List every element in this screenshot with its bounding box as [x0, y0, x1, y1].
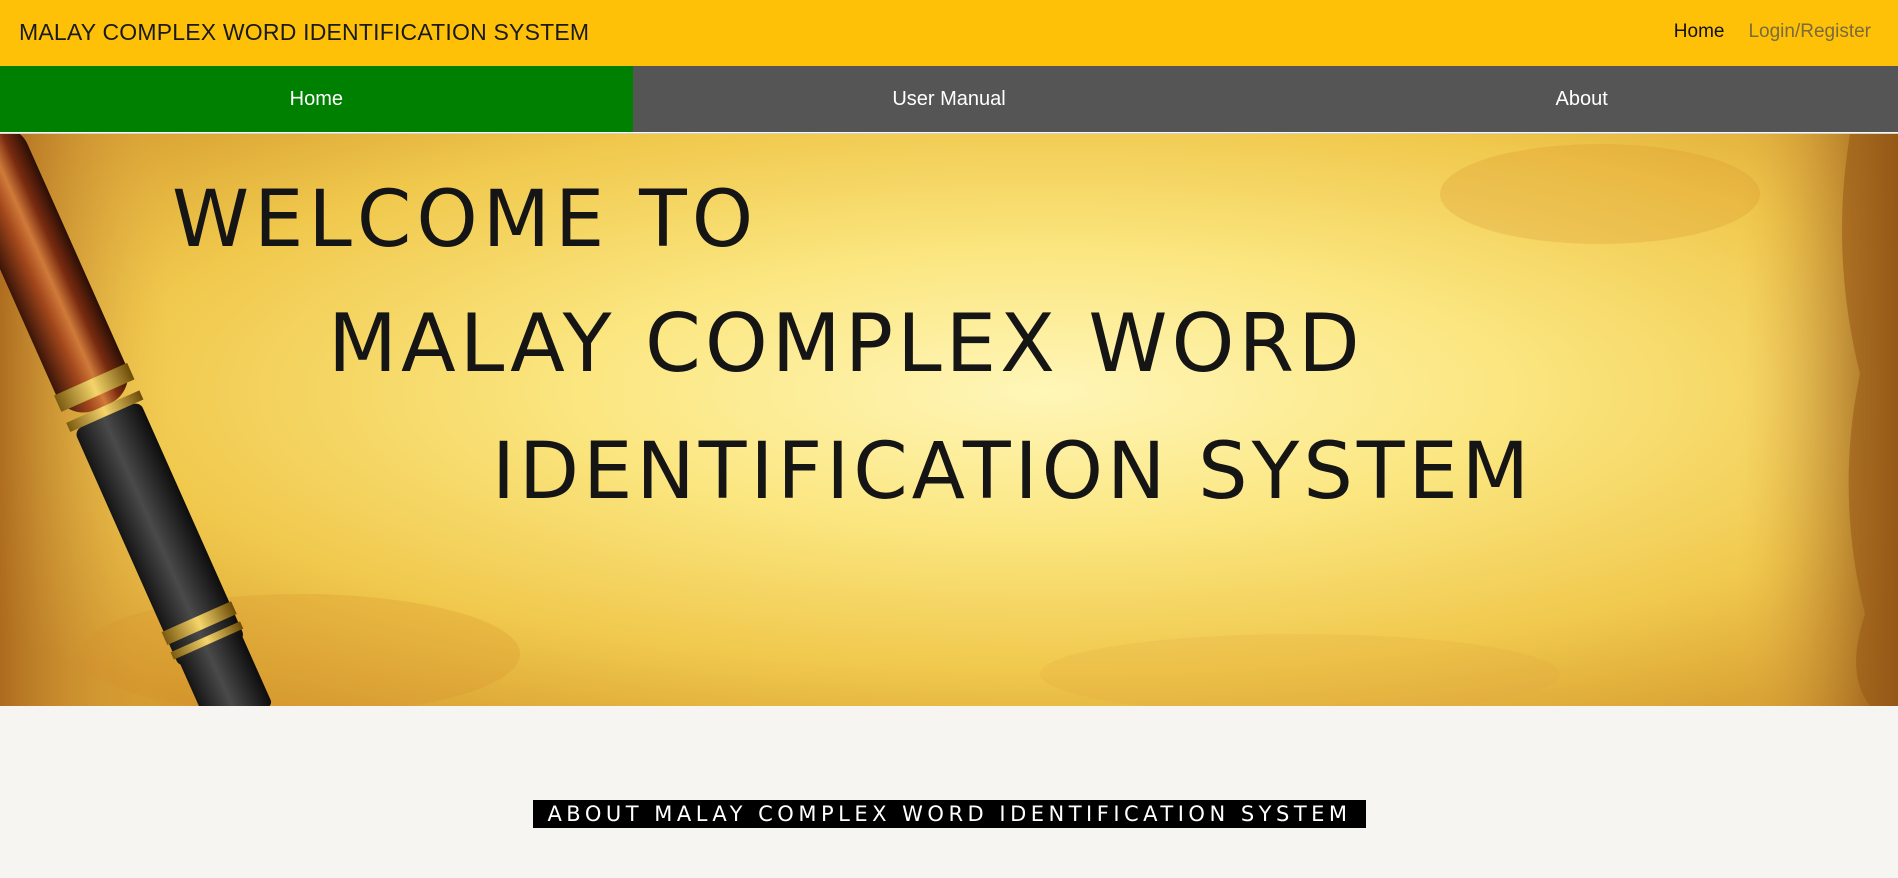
- site-brand[interactable]: MALAY COMPLEX WORD IDENTIFICATION SYSTEM: [19, 19, 589, 46]
- hero-title-line-1: MALAY COMPLEX WORD: [328, 297, 1364, 390]
- top-link-home[interactable]: Home: [1674, 21, 1725, 43]
- tab-about[interactable]: About: [1265, 66, 1898, 132]
- tab-user-manual-label: User Manual: [892, 87, 1006, 110]
- top-header: MALAY COMPLEX WORD IDENTIFICATION SYSTEM…: [0, 0, 1898, 66]
- hero-welcome-line: WELCOME TO: [172, 175, 758, 265]
- tab-about-label: About: [1555, 87, 1608, 110]
- about-heading: ABOUT MALAY COMPLEX WORD IDENTIFICATION …: [533, 800, 1366, 828]
- hero-parchment-illustration: WELCOME TO MALAY COMPLEX WORD IDENTIFICA…: [0, 134, 1898, 706]
- top-link-login-register[interactable]: Login/Register: [1748, 21, 1871, 43]
- tab-home[interactable]: Home: [0, 66, 633, 132]
- tab-home-label: Home: [289, 87, 344, 110]
- tab-user-manual[interactable]: User Manual: [633, 66, 1266, 132]
- about-section: ABOUT MALAY COMPLEX WORD IDENTIFICATION …: [0, 707, 1898, 878]
- hero-banner: WELCOME TO MALAY COMPLEX WORD IDENTIFICA…: [0, 133, 1898, 707]
- main-tab-bar: Home User Manual About: [0, 66, 1898, 132]
- hero-title-line-2: IDENTIFICATION SYSTEM: [492, 427, 1533, 517]
- top-nav-links: Home Login/Register: [1674, 21, 1871, 43]
